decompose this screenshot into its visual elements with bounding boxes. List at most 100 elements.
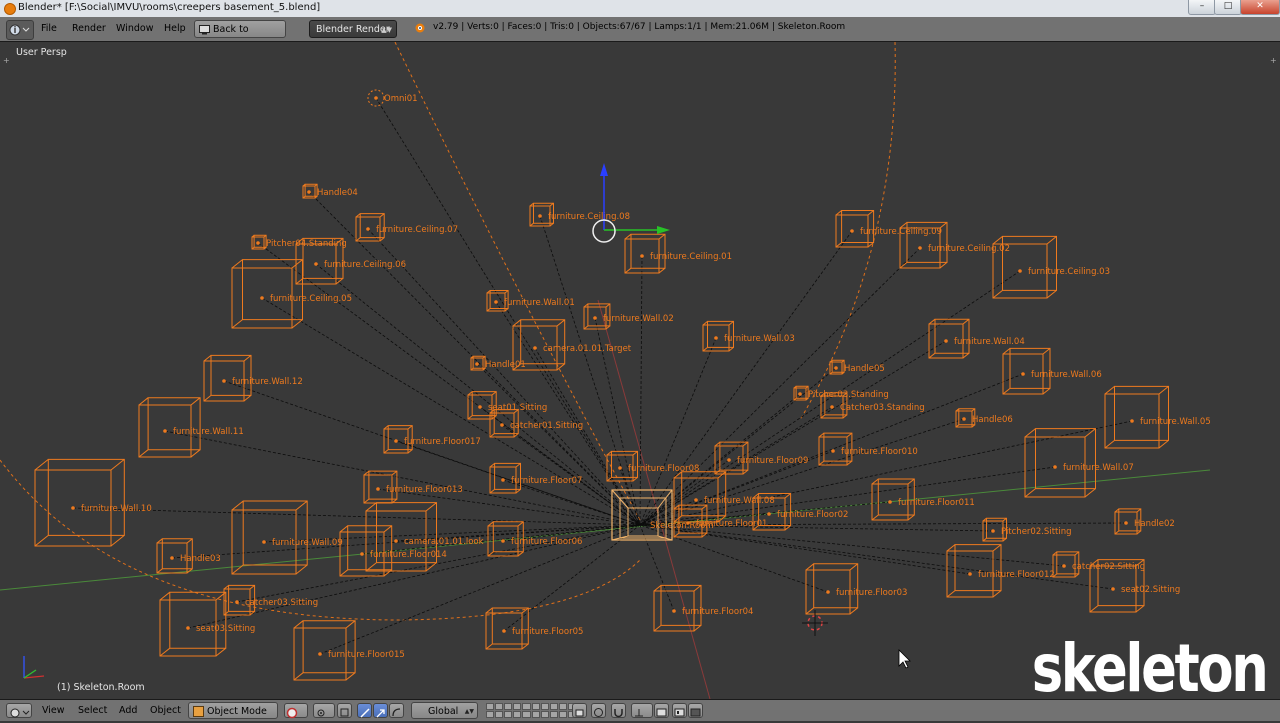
layer-button[interactable]: [513, 711, 522, 718]
pivot-icon: [317, 709, 325, 717]
object-furniture-floor06[interactable]: furniture.Floor06: [487, 521, 582, 557]
object-furniture-floor012[interactable]: furniture.Floor012: [946, 544, 1055, 598]
viewport-shading-dropdown[interactable]: [284, 703, 308, 719]
layer-button[interactable]: [504, 703, 513, 710]
object-furniture-floor04[interactable]: furniture.Floor04: [653, 584, 753, 632]
menu-select[interactable]: Select: [78, 702, 107, 719]
object-origin: [538, 214, 542, 218]
object-handle04[interactable]: Handle04: [302, 183, 358, 199]
lock-camera-layers-button[interactable]: [572, 703, 587, 718]
object-label: Pitcher02.Sitting: [1001, 527, 1072, 537]
object-seat03-sitting[interactable]: seat03.Sitting: [159, 591, 255, 657]
close-button[interactable]: ✕: [1240, 0, 1280, 15]
layer-button[interactable]: [513, 703, 522, 710]
back-to-previous-button[interactable]: Back to Previous: [194, 20, 286, 53]
object-origin: [374, 96, 378, 100]
menu-render[interactable]: Render: [67, 20, 111, 38]
object-furniture-wall-03[interactable]: furniture.Wall.03: [702, 320, 795, 352]
snap-element-dropdown[interactable]: [631, 703, 653, 718]
rotate-manipulator-button[interactable]: [389, 703, 404, 718]
film-icon: [690, 708, 701, 717]
object-camera-01-01-target[interactable]: camera.01.01.Target: [512, 319, 632, 371]
editor-type-3d-selector[interactable]: [6, 703, 32, 718]
object-origin: [834, 366, 838, 370]
layer-button[interactable]: [486, 703, 495, 710]
object-skeleton-room[interactable]: Skeleton.Room: [650, 521, 714, 531]
layer-button[interactable]: [504, 711, 513, 718]
viewport-scene[interactable]: Omni01 Handle04 furniture.Ceiling.07 Pitche…: [0, 42, 1280, 699]
object-furniture-wall-11[interactable]: furniture.Wall.11: [138, 397, 244, 458]
object-furniture-floor017[interactable]: furniture.Floor017: [383, 425, 481, 454]
object-handle05[interactable]: Handle05: [829, 359, 885, 375]
object-omni01[interactable]: Omni01: [367, 89, 418, 107]
object-pitcher02-sitting[interactable]: Pitcher02.Sitting: [982, 517, 1072, 542]
object-furniture-ceiling-07[interactable]: furniture.Ceiling.07: [355, 213, 458, 242]
interaction-mode-dropdown[interactable]: Object Mode: [188, 702, 278, 719]
manipulator-only-origins-button[interactable]: [337, 703, 352, 718]
object-furniture-wall-10[interactable]: furniture.Wall.10: [34, 458, 152, 547]
object-origin: [222, 379, 226, 383]
object-furniture-wall-05[interactable]: furniture.Wall.05: [1104, 385, 1211, 449]
menu-view[interactable]: View: [42, 702, 65, 719]
menu-add[interactable]: Add: [119, 702, 137, 719]
menu-help[interactable]: Help: [159, 20, 191, 38]
object-label: Omni01: [384, 94, 418, 104]
object-origin: [830, 405, 834, 409]
layer-button[interactable]: [495, 711, 504, 718]
object-origin: [1018, 269, 1022, 273]
properties-toggle-icon[interactable]: +: [1270, 56, 1277, 65]
object-furniture-floor010[interactable]: furniture.Floor010: [818, 432, 918, 466]
editor-type-selector[interactable]: [6, 20, 34, 40]
snap-toggle-button[interactable]: [611, 703, 626, 718]
object-origin: [394, 439, 398, 443]
proportional-editing-button[interactable]: [591, 703, 606, 718]
object-catcher01-sitting[interactable]: catcher01.Sitting: [489, 409, 583, 438]
object-pitcher04-standing[interactable]: Pitcher04.Standing: [251, 234, 347, 250]
object-furniture-floor014[interactable]: furniture.Floor014: [339, 525, 447, 577]
object-furniture-floor015[interactable]: furniture.Floor015: [293, 620, 405, 681]
object-handle03[interactable]: Handle03: [156, 538, 221, 574]
object-label: seat02.Sitting: [1121, 585, 1180, 595]
object-furniture-wall-02[interactable]: furniture.Wall.02: [583, 303, 674, 330]
menu-object[interactable]: Object: [150, 702, 181, 719]
object-label: furniture.Wall.05: [1140, 417, 1211, 427]
pivot-point-dropdown[interactable]: [313, 703, 335, 718]
object-furniture-floor09[interactable]: furniture.Floor09: [714, 441, 808, 475]
layer-button[interactable]: [495, 703, 504, 710]
toolshelf-toggle-icon[interactable]: +: [3, 56, 10, 65]
object-furniture-ceiling-03[interactable]: furniture.Ceiling.03: [992, 235, 1110, 299]
render-engine-dropdown[interactable]: Blender Render ▲▼: [309, 20, 397, 38]
menu-file[interactable]: File: [36, 20, 62, 38]
object-origin: [1130, 419, 1134, 423]
object-catcher03-sitting[interactable]: catcher03.Sitting: [223, 584, 318, 616]
layer-button[interactable]: [486, 711, 495, 718]
3d-viewport[interactable]: Omni01 Handle04 furniture.Ceiling.07 Pitche…: [0, 42, 1280, 699]
object-label: furniture.Wall.06: [1031, 370, 1102, 380]
object-furniture-ceiling-01[interactable]: furniture.Ceiling.01: [624, 233, 732, 274]
viewport-capture-button[interactable]: [688, 703, 703, 718]
object-origin: [968, 572, 972, 576]
object-handle06[interactable]: Handle06: [955, 408, 1013, 428]
object-furniture-floor05[interactable]: furniture.Floor05: [485, 607, 583, 650]
transform-manipulator[interactable]: [592, 163, 670, 243]
dropdown-arrows-icon: ▲▼: [381, 26, 392, 34]
opengl-render-animation-button[interactable]: [672, 703, 687, 718]
object-catcher02-sitting[interactable]: catcher02.Sitting: [1052, 551, 1145, 578]
maximize-button[interactable]: □: [1214, 0, 1242, 15]
menu-window[interactable]: Window: [111, 20, 158, 38]
object-handle02[interactable]: Handle02: [1114, 508, 1175, 535]
opengl-render-button[interactable]: [654, 703, 669, 718]
object-furniture-ceiling-08[interactable]: furniture.Ceiling.08: [529, 202, 630, 227]
transform-orientation-dropdown[interactable]: Global ▲▼: [411, 702, 478, 719]
object-furniture-ceiling-09[interactable]: furniture.Ceiling.09: [835, 210, 942, 248]
object-label: camera.01.01.look: [404, 537, 484, 547]
object-furniture-wall-06[interactable]: furniture.Wall.06: [1002, 347, 1102, 395]
translate-manipulator-button[interactable]: [373, 703, 388, 718]
object-furniture-wall-09[interactable]: furniture.Wall.09: [231, 500, 343, 575]
skeleton-watermark: skeleton: [1031, 630, 1268, 699]
minimize-button[interactable]: –: [1188, 0, 1216, 15]
object-furniture-wall-12[interactable]: furniture.Wall.12: [203, 354, 303, 402]
object-label: furniture.Ceiling.03: [1028, 267, 1110, 277]
object-furniture-floor03[interactable]: furniture.Floor03: [805, 563, 907, 615]
manipulator-toggle-button[interactable]: [357, 703, 372, 718]
